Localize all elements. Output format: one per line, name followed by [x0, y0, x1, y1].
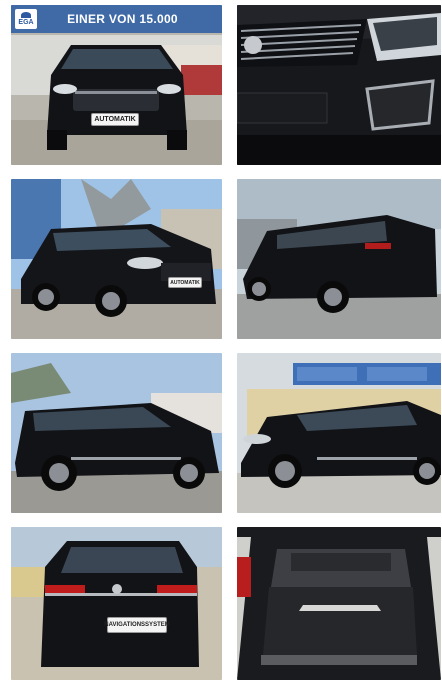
car-front-quarter-photo [11, 179, 222, 339]
car-trunk-photo [237, 527, 441, 680]
car-rear-photo [11, 527, 222, 680]
photo-tile-3[interactable]: AUTOMATIK [11, 179, 222, 339]
photo-tile-7[interactable]: NAVIGATIONSSYSTEM [11, 527, 222, 680]
car-grille-photo [237, 5, 441, 165]
promo-banner: EGA EINER VON 15.000 [11, 5, 222, 33]
banner-title: EINER VON 15.000 [67, 12, 178, 26]
plate-navigationssystem: NAVIGATIONSSYSTEM [104, 617, 170, 633]
logo-text: EGA [18, 19, 34, 26]
car-rear-quarter-photo [237, 179, 441, 339]
photo-tile-6[interactable] [237, 353, 441, 513]
photo-tile-4[interactable] [237, 179, 441, 339]
ega-logo-icon: EGA [15, 9, 37, 29]
photo-tile-2[interactable] [237, 5, 441, 165]
photo-tile-1[interactable]: EGA EINER VON 15.000 AUTOMATIK [11, 5, 222, 165]
logo-arc [21, 12, 31, 18]
photo-tile-8[interactable] [237, 527, 441, 680]
car-side-left-photo [11, 353, 222, 513]
photo-tile-5[interactable] [11, 353, 222, 513]
plate-automatik-3: AUTOMATIK [168, 277, 202, 288]
car-side-right-photo [237, 353, 441, 513]
plate-automatik-1: AUTOMATIK [91, 113, 139, 126]
